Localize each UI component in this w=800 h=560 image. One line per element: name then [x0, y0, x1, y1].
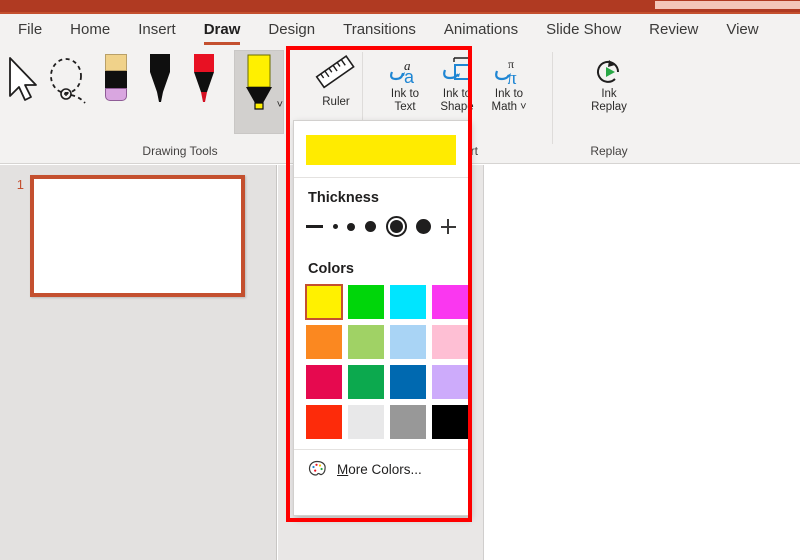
color-swatch-black[interactable] [432, 405, 468, 439]
color-swatch-gray[interactable] [390, 405, 426, 439]
tool-ruler[interactable]: Ruler [310, 50, 362, 128]
tab-draw[interactable]: Draw [203, 18, 240, 45]
slide-number: 1 [16, 177, 24, 192]
tab-file[interactable]: File [18, 18, 42, 43]
tool-ink-to-math-line2: Math [491, 101, 518, 113]
color-swatch-orange[interactable] [306, 325, 342, 359]
slide-list-item[interactable]: 1 [0, 175, 245, 297]
ink-to-text-icon: a a [390, 58, 415, 87]
tool-ink-to-shape[interactable]: Ink to Shape [431, 50, 483, 114]
ink-to-shape-icon [443, 57, 472, 80]
tool-ink-replay-line1: Ink [601, 88, 617, 100]
slide-thumbnail[interactable] [30, 175, 245, 297]
tab-home[interactable]: Home [70, 18, 110, 43]
tool-ink-replay[interactable]: Ink Replay [566, 50, 652, 114]
thickness-option-4-selected[interactable] [385, 216, 407, 237]
more-colors-label: More Colors... [337, 462, 422, 477]
highlighter-preview-swatch [306, 135, 456, 165]
highlighter-preview [294, 121, 468, 177]
color-swatch-crimson[interactable] [306, 365, 342, 399]
title-bar-right-segment [655, 1, 800, 9]
tool-ink-to-math-line1: Ink to [494, 88, 524, 100]
color-swatch-lavender[interactable] [432, 365, 468, 399]
lasso-select-icon [50, 58, 86, 104]
color-swatch-yellow[interactable] [305, 284, 343, 320]
tab-review[interactable]: Review [649, 18, 698, 43]
cursor-arrow-icon [9, 57, 37, 101]
tab-view[interactable]: View [726, 18, 758, 43]
thickness-options [294, 206, 468, 249]
tool-eraser[interactable] [94, 50, 138, 128]
tab-design[interactable]: Design [268, 18, 315, 43]
color-swatch-cyan[interactable] [390, 285, 426, 319]
ruler-icon [315, 55, 355, 89]
tool-ink-to-text-line2: Text [394, 101, 416, 113]
slide-thumbnail-pane[interactable]: 1 [0, 165, 277, 560]
palette-icon [308, 460, 326, 476]
tab-transitions[interactable]: Transitions [343, 18, 416, 43]
thickness-section-title: Thickness [308, 190, 379, 206]
tool-ink-to-shape-line2: Shape [440, 101, 474, 113]
more-colors-text: ore Colors... [348, 462, 422, 477]
pen-black-icon [150, 54, 170, 102]
thickness-increase-button[interactable] [440, 219, 456, 234]
pen-red-icon [194, 54, 214, 102]
tool-ink-to-text-line1: Ink to [390, 88, 420, 100]
group-divider-2 [552, 52, 553, 144]
powerpoint-window: File Home Insert Draw Design Transitions… [0, 0, 800, 560]
ribbon-group-replay: Ink Replay Replay [556, 46, 662, 164]
highlighter-options-flyout[interactable]: Thickness Colors More Colors... [293, 120, 469, 516]
more-colors-accelerator: M [337, 462, 349, 477]
tool-highlighter[interactable]: ˅ [234, 50, 284, 134]
color-swatch-white-smoke[interactable] [348, 405, 384, 439]
thickness-option-2[interactable] [347, 222, 356, 231]
thickness-option-5[interactable] [416, 219, 432, 234]
tool-pen-red[interactable] [182, 50, 226, 128]
color-swatch-pink[interactable] [432, 325, 468, 359]
tool-ink-replay-line2: Replay [591, 101, 627, 113]
color-swatch-green[interactable] [348, 365, 384, 399]
title-bar [0, 0, 800, 12]
thickness-option-3[interactable] [364, 221, 376, 232]
tool-ink-to-text[interactable]: a a Ink to Text [379, 50, 431, 114]
ink-to-math-chevron-down-icon[interactable]: ˅ [520, 101, 526, 113]
more-colors-button[interactable]: More Colors... [294, 449, 468, 489]
group-label-replay: Replay [590, 144, 628, 158]
colors-section-title: Colors [308, 261, 354, 277]
tool-ink-to-math[interactable]: π π Ink to Math ˅ [483, 50, 535, 114]
slide-canvas[interactable] [485, 165, 800, 560]
color-swatch-grid [294, 277, 468, 449]
color-swatch-magenta[interactable] [432, 285, 468, 319]
minus-icon [306, 225, 323, 228]
tool-pen-black[interactable] [138, 50, 182, 128]
tab-slide-show[interactable]: Slide Show [546, 18, 621, 43]
tool-select[interactable] [0, 50, 42, 128]
thickness-decrease-button[interactable] [306, 225, 323, 228]
ink-to-math-icon: π π [495, 57, 517, 88]
color-swatch-red[interactable] [306, 405, 342, 439]
tool-ruler-label: Ruler [322, 96, 350, 108]
color-swatch-light-blue[interactable] [390, 325, 426, 359]
plus-icon [440, 219, 456, 234]
svg-text:π: π [507, 68, 517, 88]
thickness-option-1[interactable] [332, 224, 338, 229]
tab-animations[interactable]: Animations [444, 18, 518, 43]
color-swatch-yellow-green[interactable] [348, 325, 384, 359]
svg-text:a: a [404, 67, 415, 87]
tool-lasso-select[interactable] [42, 50, 94, 128]
tool-ink-to-shape-line1: Ink to [442, 88, 472, 100]
highlighter-yellow-icon: ˅ [244, 53, 283, 111]
ribbon-tab-bar: File Home Insert Draw Design Transitions… [0, 14, 800, 46]
color-swatch-bright-green[interactable] [348, 285, 384, 319]
tab-insert[interactable]: Insert [138, 18, 176, 43]
color-swatch-blue[interactable] [390, 365, 426, 399]
eraser-icon [103, 52, 129, 110]
chevron-down-icon[interactable]: ˅ [277, 100, 283, 111]
ink-replay-icon [597, 60, 620, 83]
